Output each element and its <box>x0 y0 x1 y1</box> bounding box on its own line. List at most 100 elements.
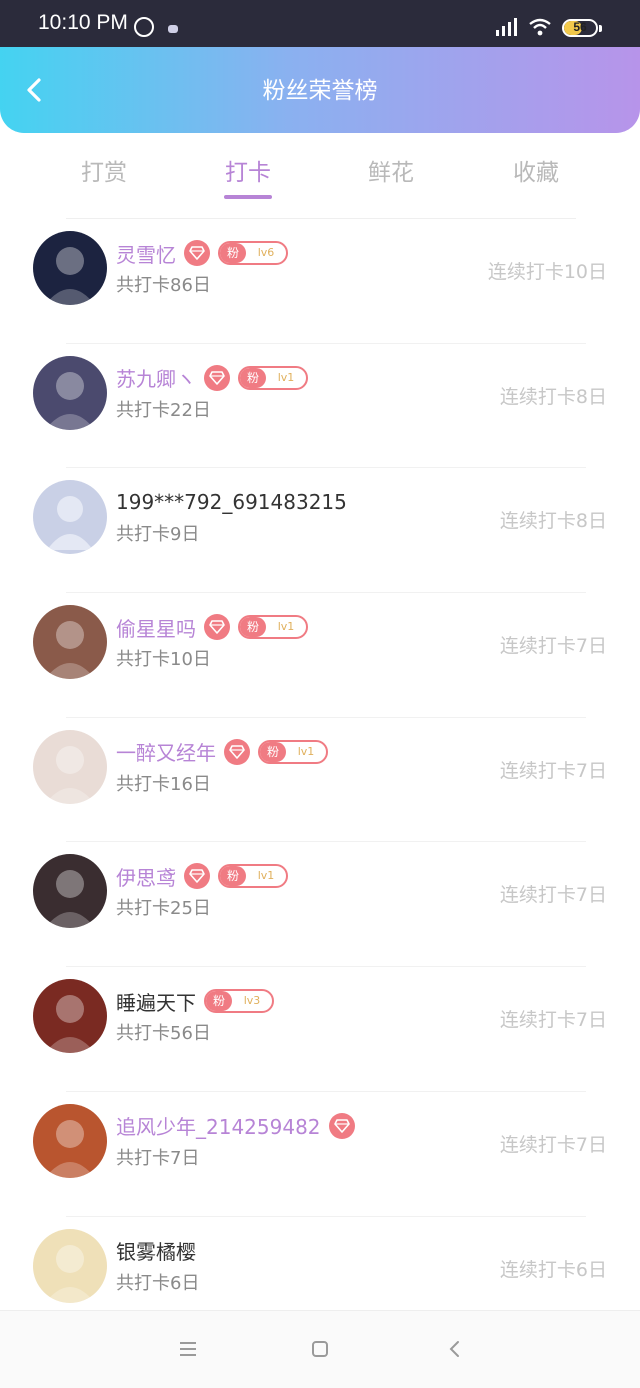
fan-badge-label: 粉 <box>220 866 246 887</box>
fan-row[interactable]: 灵雪忆 粉 lv6 共打卡86日 连续打卡10日 <box>0 219 640 344</box>
avatar[interactable] <box>33 729 107 804</box>
fan-info: 199***792_691483215 共打卡9日 <box>116 486 347 546</box>
fan-badge-label: 粉 <box>206 991 232 1012</box>
avatar[interactable] <box>33 480 107 555</box>
avatar[interactable] <box>33 979 107 1054</box>
fan-info: 一醉又经年 粉 lv1 共打卡16日 <box>116 736 328 796</box>
fan-list: 灵雪忆粉 lv6 共打卡86日 连续打卡10日 苏九卿ヽ粉 lv1 共打卡22日 连续打卡8日… <box>0 219 640 1342</box>
name-line: 199***792_691483215 <box>116 486 347 518</box>
menu-icon[interactable] <box>176 1337 200 1361</box>
tab-daka[interactable]: 打卡 <box>188 153 308 199</box>
alarm-icon <box>134 17 154 37</box>
avatar[interactable] <box>33 854 107 929</box>
tab-dashang[interactable]: 打赏 <box>44 153 164 187</box>
total-checkin: 共打卡9日 <box>116 524 200 546</box>
tab-bar: 打赏 打卡 鲜花 收藏 <box>0 133 640 219</box>
fan-row[interactable]: 睡遍天下粉 lv3 共打卡56日 连续打卡7日 <box>0 967 640 1092</box>
fan-level-badge: 粉 lv1 <box>258 739 328 764</box>
battery-cap <box>599 25 602 32</box>
fan-info: 银雾橘樱共打卡6日 <box>116 1235 199 1295</box>
name-line: 追风少年_214259482 <box>116 1110 355 1142</box>
fan-name[interactable]: 苏九卿ヽ <box>116 363 196 392</box>
fan-row[interactable]: 伊思鸢 粉 lv1 共打卡25日 连续打卡7日 <box>0 842 640 968</box>
name-line: 苏九卿ヽ 粉 lv1 <box>116 362 308 394</box>
fan-info: 追风少年_214259482 共打卡7日 <box>116 1110 355 1170</box>
fan-info: 灵雪忆 粉 lv6 共打卡86日 <box>116 237 288 297</box>
fan-name[interactable]: 灵雪忆 <box>116 239 176 268</box>
tab-label: 鲜花 <box>368 160 414 186</box>
total-checkin: 共打卡56日 <box>116 1023 211 1045</box>
diamond-icon <box>204 364 230 391</box>
fan-name[interactable]: 追风少年_214259482 <box>116 1111 321 1140</box>
fan-name[interactable]: 一醉又经年 <box>116 737 216 766</box>
diamond-icon <box>328 1112 355 1139</box>
fan-row[interactable]: 一醉又经年 粉 lv1 共打卡16日 连续打卡7日 <box>0 718 640 843</box>
fan-row[interactable]: 追风少年_214259482 共打卡7日 连续打卡7日 <box>0 1092 640 1217</box>
total-checkin: 共打卡25日 <box>116 898 211 920</box>
tab-shoucang[interactable]: 收藏 <box>476 153 596 187</box>
fan-level-badge: 粉 lv3 <box>204 989 274 1014</box>
fan-level: lv1 <box>277 620 295 634</box>
streak-checkin: 连续打卡6日 <box>499 1258 607 1281</box>
avatar[interactable] <box>33 605 107 680</box>
battery-icon: 56 <box>562 19 598 37</box>
total-checkin: 共打卡7日 <box>116 1147 200 1169</box>
streak-checkin: 连续打卡7日 <box>499 884 607 907</box>
avatar[interactable] <box>33 1228 107 1303</box>
page-title: 粉丝荣誉榜 <box>262 78 378 104</box>
fan-level: lv1 <box>257 869 275 883</box>
system-nav-bar <box>0 1310 640 1388</box>
fan-level: lv6 <box>257 246 275 259</box>
total-checkin: 共打卡10日 <box>116 649 211 671</box>
name-line: 灵雪忆 粉 lv6 <box>116 237 288 269</box>
fan-name[interactable]: 偷星星吗 <box>116 613 196 642</box>
fan-name[interactable]: 睡遍天下 <box>116 987 196 1016</box>
name-line: 偷星星吗 粉 lv1 <box>116 611 308 643</box>
name-line: 一醉又经年 粉 lv1 <box>116 736 328 768</box>
avatar[interactable] <box>33 355 107 430</box>
fan-badge-label: 粉 <box>260 741 286 762</box>
fan-row[interactable]: 199***792_691483215 共打卡9日 连续打卡8日 <box>0 468 640 594</box>
streak-checkin: 连续打卡7日 <box>499 1009 607 1032</box>
name-line: 银雾橘樱 <box>116 1235 199 1267</box>
fan-row[interactable]: 偷星星吗 粉 lv1 共打卡10日 连续打卡7日 <box>0 593 640 718</box>
wifi-icon <box>529 18 551 36</box>
diamond-icon <box>204 614 230 641</box>
fan-name[interactable]: 199***792_691483215 <box>116 490 347 514</box>
fan-info: 伊思鸢 粉 lv1 共打卡25日 <box>116 860 288 920</box>
streak-checkin: 连续打卡7日 <box>499 759 607 782</box>
diamond-icon <box>184 863 210 890</box>
status-bar: 10:10 PM 56 <box>0 0 640 47</box>
diamond-icon <box>224 738 250 765</box>
total-checkin: 共打卡16日 <box>116 773 211 795</box>
fan-level-badge: 粉 lv1 <box>238 365 308 390</box>
total-checkin: 共打卡22日 <box>116 399 211 421</box>
streak-checkin: 连续打卡7日 <box>499 635 607 658</box>
fan-level: lv3 <box>243 994 261 1008</box>
total-checkin: 共打卡6日 <box>116 1272 200 1294</box>
fan-info: 睡遍天下粉 lv3 共打卡56日 <box>116 985 274 1045</box>
streak-checkin: 连续打卡7日 <box>499 1133 607 1156</box>
status-time: 10:10 PM <box>38 11 128 34</box>
tab-label: 收藏 <box>513 160 559 186</box>
name-line: 睡遍天下粉 lv3 <box>116 985 274 1017</box>
back-icon[interactable] <box>443 1337 467 1361</box>
fan-level: lv1 <box>277 370 295 384</box>
header-bar: 粉丝荣誉榜 <box>0 47 640 133</box>
fan-badge-label: 粉 <box>240 367 266 388</box>
avatar[interactable] <box>33 231 107 305</box>
fan-name[interactable]: 伊思鸢 <box>116 862 176 891</box>
fan-row[interactable]: 苏九卿ヽ 粉 lv1 共打卡22日 连续打卡8日 <box>0 344 640 469</box>
avatar[interactable] <box>33 1103 107 1178</box>
home-icon[interactable] <box>308 1337 332 1361</box>
tab-label: 打赏 <box>81 160 127 186</box>
tab-underline <box>224 195 272 199</box>
name-line: 伊思鸢 粉 lv1 <box>116 860 288 892</box>
fan-level-badge: 粉 lv1 <box>238 615 308 640</box>
streak-checkin: 连续打卡10日 <box>487 261 607 283</box>
fan-name[interactable]: 银雾橘樱 <box>116 1236 196 1265</box>
streak-checkin: 连续打卡8日 <box>499 385 607 408</box>
battery-level: 56 <box>573 20 587 34</box>
tab-xianhua[interactable]: 鲜花 <box>331 153 451 187</box>
diamond-icon <box>184 240 210 266</box>
